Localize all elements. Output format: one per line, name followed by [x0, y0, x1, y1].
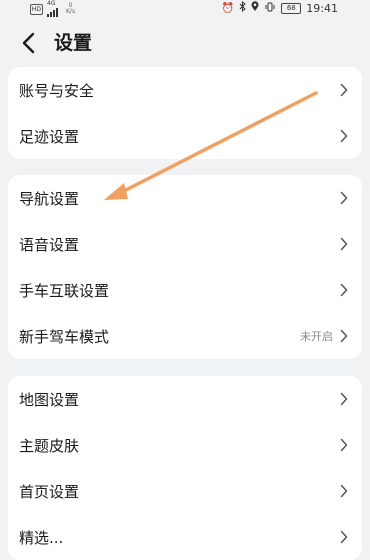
row-account-security[interactable]: 账号与安全: [8, 67, 362, 113]
page-title: 设置: [54, 32, 93, 54]
row-phone-car-connect[interactable]: 手车互联设置: [8, 267, 362, 313]
header: 设置: [0, 24, 370, 62]
vibrate-icon: [264, 2, 276, 16]
chevron-right-icon: [339, 237, 349, 251]
row-label: 导航设置: [19, 189, 80, 208]
alarm-icon: ⏰: [221, 2, 235, 14]
network-indicator: 4G: [47, 1, 58, 17]
bluetooth-icon: [239, 0, 247, 16]
row-label: 主题皮肤: [19, 436, 80, 455]
back-arrow-icon: [22, 32, 35, 54]
row-status-value: 未开启: [300, 330, 333, 343]
settings-card-account: 账号与安全 足迹设置: [8, 67, 362, 159]
chevron-right-icon: [339, 283, 349, 297]
hd-badge: HD: [30, 3, 43, 15]
status-right: ⏰ 68 19:41: [221, 0, 338, 16]
back-button[interactable]: [16, 30, 40, 56]
settings-card-display: 地图设置 主题皮肤 首页设置 精选...: [8, 376, 362, 560]
row-novice-driving-mode[interactable]: 新手驾车模式 未开启: [8, 313, 362, 359]
row-theme-skin[interactable]: 主题皮肤: [8, 422, 362, 468]
clock: 19:41: [306, 2, 338, 15]
row-label: 足迹设置: [19, 127, 80, 146]
speed-unit: K/s: [66, 8, 76, 15]
network-speed: 0 K/s: [66, 3, 75, 15]
status-bar: HD 4G 0 K/s ⏰ 68 19:41: [0, 0, 370, 17]
settings-card-navigation: 导航设置 语音设置 手车互联设置 新手驾车模式 未开启: [8, 175, 362, 359]
chevron-right-icon: [339, 83, 349, 97]
row-label: 手车互联设置: [19, 281, 110, 300]
row-footprint-settings[interactable]: 足迹设置: [8, 113, 362, 159]
row-label: 地图设置: [19, 390, 80, 409]
chevron-right-icon: [339, 329, 349, 343]
row-label: 精选...: [19, 528, 64, 547]
row-map-settings[interactable]: 地图设置: [8, 376, 362, 422]
chevron-right-icon: [339, 191, 349, 205]
chevron-right-icon: [339, 392, 349, 406]
chevron-right-icon: [339, 129, 349, 143]
row-featured-settings[interactable]: 精选...: [8, 514, 362, 560]
row-navigation-settings[interactable]: 导航设置: [8, 175, 362, 221]
row-label: 新手驾车模式: [19, 327, 110, 346]
chevron-right-icon: [339, 530, 349, 544]
row-label: 语音设置: [19, 235, 80, 254]
row-label: 首页设置: [19, 482, 80, 501]
row-label: 账号与安全: [19, 81, 95, 100]
status-left: HD 4G 0 K/s: [30, 1, 75, 17]
location-icon: [251, 1, 259, 16]
row-homepage-settings[interactable]: 首页设置: [8, 468, 362, 514]
row-voice-settings[interactable]: 语音设置: [8, 221, 362, 267]
signal-icon: [47, 7, 58, 17]
battery-icon: 68: [281, 3, 302, 14]
chevron-right-icon: [339, 438, 349, 452]
chevron-right-icon: [339, 484, 349, 498]
